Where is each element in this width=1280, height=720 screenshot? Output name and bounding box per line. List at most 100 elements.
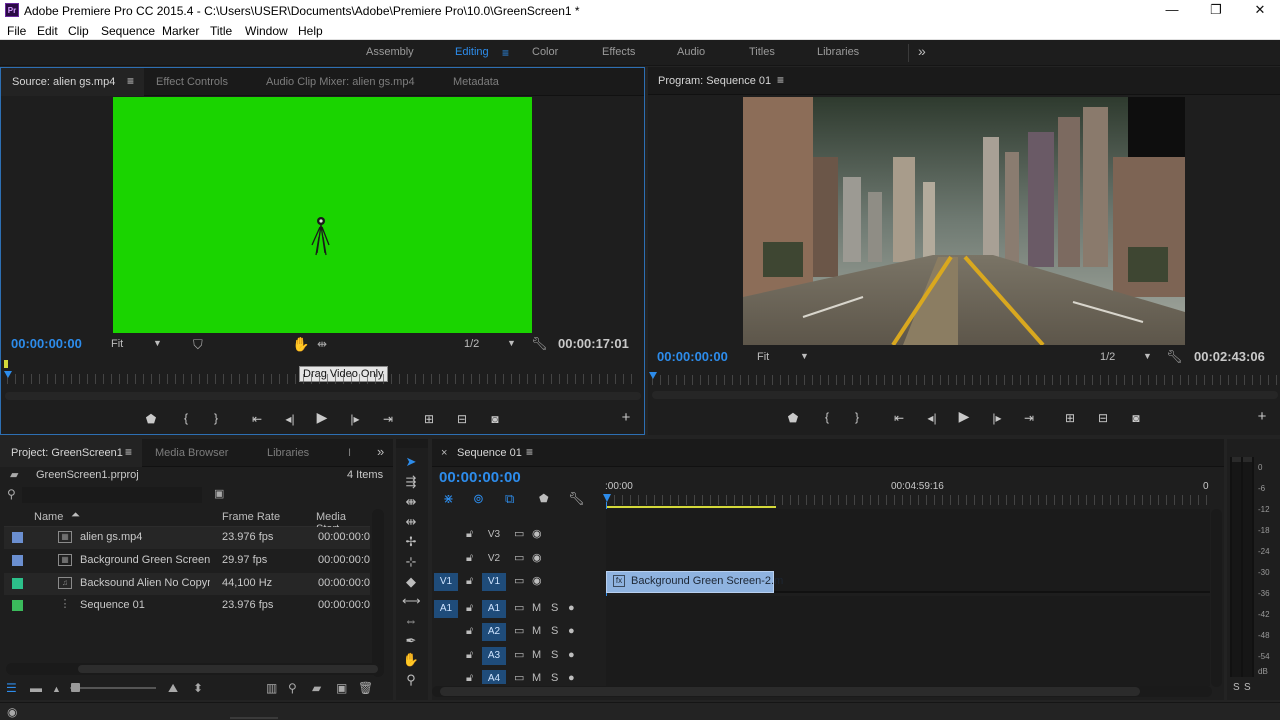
source-video-frame[interactable]	[113, 97, 532, 333]
razor-blade-icon[interactable]: ◆	[402, 574, 420, 590]
tab-source[interactable]: Source: alien gs.mp4	[12, 76, 115, 88]
nest-insert-icon[interactable]: ⧉	[505, 491, 514, 507]
extract-icon[interactable]: ⊟	[1095, 412, 1111, 424]
track-label-v2[interactable]: V2	[482, 550, 506, 568]
menu-file[interactable]: File	[7, 24, 26, 38]
track-label-v1[interactable]: V1	[482, 573, 506, 591]
program-go-to-in-icon[interactable]: ⇤	[891, 412, 907, 424]
tab-audio-clip-mixer[interactable]: Audio Clip Mixer: alien gs.mp4	[266, 76, 415, 88]
source-fit-dropdown[interactable]: Fit	[111, 338, 123, 350]
program-resolution-dropdown[interactable]: 1/2	[1100, 351, 1115, 363]
audio-track-area[interactable]	[606, 596, 1210, 686]
find-icon[interactable]: ⚲	[288, 682, 297, 694]
overwrite-icon[interactable]: ⊟	[454, 413, 470, 425]
track-visibility-eye-icon[interactable]: ◉	[532, 575, 542, 587]
mark-out-icon[interactable]: }	[208, 412, 224, 424]
drag-audio-icon[interactable]: ⇹	[317, 338, 327, 350]
project-search-input[interactable]	[22, 487, 202, 503]
minimize-button[interactable]: —	[1150, 0, 1194, 22]
workspace-editing[interactable]: Editing	[455, 46, 489, 58]
program-settings-wrench-icon[interactable]: 🔧︎	[1166, 350, 1183, 363]
play-icon[interactable]: ▶	[314, 410, 330, 424]
ripple-edit-tool-icon[interactable]: ⇼	[402, 494, 420, 510]
program-fit-chevron-down-icon[interactable]: ▼	[800, 351, 809, 361]
program-fit-dropdown[interactable]: Fit	[757, 351, 769, 363]
workspace-audio[interactable]: Audio	[677, 46, 705, 58]
hand-tool-icon[interactable]: ✋	[402, 652, 420, 668]
tab-sequence[interactable]: Sequence 01	[457, 447, 522, 459]
voice-over-mic-icon[interactable]: ●	[568, 649, 575, 661]
workspace-effects[interactable]: Effects	[602, 46, 635, 58]
zoom-out-mountain-icon[interactable]: ▲	[52, 683, 61, 695]
pen-tool-icon[interactable]: ✒︎	[402, 633, 420, 649]
source-panel-menu-icon[interactable]: ≡	[127, 74, 134, 88]
track-output-icon[interactable]: ▭	[514, 602, 524, 614]
track-lock-icon[interactable]: 🔓︎	[466, 672, 473, 684]
program-step-forward-icon[interactable]: |▸	[989, 412, 1005, 424]
tab-metadata[interactable]: Metadata	[453, 76, 499, 88]
column-frame-rate[interactable]: Frame Rate	[222, 511, 280, 523]
program-add-marker-icon[interactable]: ⬟	[785, 412, 801, 424]
program-mark-out-icon[interactable]: }	[849, 411, 865, 423]
menu-window[interactable]: Window	[245, 24, 288, 38]
program-export-frame-camera-icon[interactable]: ◙	[1128, 412, 1144, 424]
razor-tool-icon[interactable]: ⊹	[402, 554, 420, 570]
program-timecode[interactable]: 00:00:00:00	[657, 349, 728, 364]
track-lock-icon[interactable]: 🔓︎	[466, 602, 473, 614]
track-lock-icon[interactable]: 🔓︎	[466, 575, 473, 587]
workspace-titles[interactable]: Titles	[749, 46, 775, 58]
zoom-slider-handle[interactable]	[71, 683, 80, 692]
go-to-out-icon[interactable]: ⇥	[380, 413, 396, 425]
solo-button[interactable]: S	[551, 625, 558, 637]
track-output-icon[interactable]: ▭	[514, 575, 524, 587]
zoom-in-mountain-icon[interactable]: ⛰︎	[168, 682, 178, 694]
workspace-assembly[interactable]: Assembly	[366, 46, 414, 58]
column-name[interactable]: Name	[34, 511, 63, 523]
track-visibility-eye-icon[interactable]: ◉	[532, 528, 542, 540]
timeline-add-marker-icon[interactable]: ⬟	[539, 492, 549, 505]
workspace-menu-icon[interactable]: ≡	[502, 46, 509, 60]
source-time-ruler[interactable]	[7, 374, 639, 384]
program-play-icon[interactable]: ▶	[956, 409, 972, 423]
track-lock-icon[interactable]: 🔓︎	[466, 649, 473, 661]
voice-over-mic-icon[interactable]: ●	[568, 672, 575, 684]
timeline-timecode[interactable]: 00:00:00:00	[439, 469, 521, 486]
program-time-ruler[interactable]	[652, 375, 1278, 385]
menu-clip[interactable]: Clip	[68, 24, 89, 38]
program-button-editor-plus-icon[interactable]: +	[1254, 409, 1270, 424]
track-label-a2[interactable]: A2	[482, 623, 506, 641]
menu-marker[interactable]: Marker	[162, 24, 199, 38]
tab-media-browser[interactable]: Media Browser	[155, 447, 228, 459]
track-lock-icon[interactable]: 🔓︎	[466, 528, 473, 540]
step-back-icon[interactable]: ◂|	[282, 413, 298, 425]
slip-tool-icon[interactable]: ⟷	[402, 593, 421, 609]
zoom-tool-icon[interactable]: ⚲	[402, 672, 420, 688]
track-output-icon[interactable]: ▭	[514, 552, 524, 564]
workspace-libraries[interactable]: Libraries	[817, 46, 859, 58]
add-marker-icon[interactable]: ⬟	[143, 413, 159, 425]
timeline-panel-menu-icon[interactable]: ≡	[526, 445, 533, 459]
label-color-swatch[interactable]	[12, 555, 23, 566]
export-frame-camera-icon[interactable]: ◙	[487, 413, 503, 425]
step-forward-icon[interactable]: |▸	[347, 413, 363, 425]
mute-button[interactable]: M	[532, 602, 541, 614]
tab-program[interactable]: Program: Sequence 01	[658, 75, 771, 87]
slide-tool-icon[interactable]: ⇔	[402, 613, 420, 629]
tab-effect-controls[interactable]: Effect Controls	[156, 76, 228, 88]
timeline-vertical-scrollbar[interactable]	[1211, 509, 1222, 687]
timeline-settings-wrench-icon[interactable]: 🔧︎	[568, 491, 585, 507]
track-lock-icon[interactable]: 🔓︎	[466, 625, 473, 637]
trash-icon[interactable]: 🗑︎	[358, 682, 373, 694]
program-step-back-icon[interactable]: ◂|	[924, 412, 940, 424]
source-patch-v1[interactable]: V1	[434, 573, 458, 591]
restore-button[interactable]: ❐	[1194, 0, 1238, 22]
source-timecode[interactable]: 00:00:00:00	[11, 336, 82, 351]
source-shield-icon[interactable]: ⛉	[193, 338, 203, 351]
tab-libraries[interactable]: Libraries	[267, 447, 309, 459]
rate-stretch-tool-icon[interactable]: ✢	[402, 534, 420, 550]
source-button-editor-plus-icon[interactable]: +	[618, 410, 634, 425]
sort-icons-icon[interactable]: ⬍	[193, 682, 203, 694]
timeline-clip[interactable]: fx Background Green Screen-2.m	[606, 571, 783, 593]
menu-title[interactable]: Title	[210, 24, 232, 38]
workspace-overflow-icon[interactable]: »	[918, 43, 926, 59]
